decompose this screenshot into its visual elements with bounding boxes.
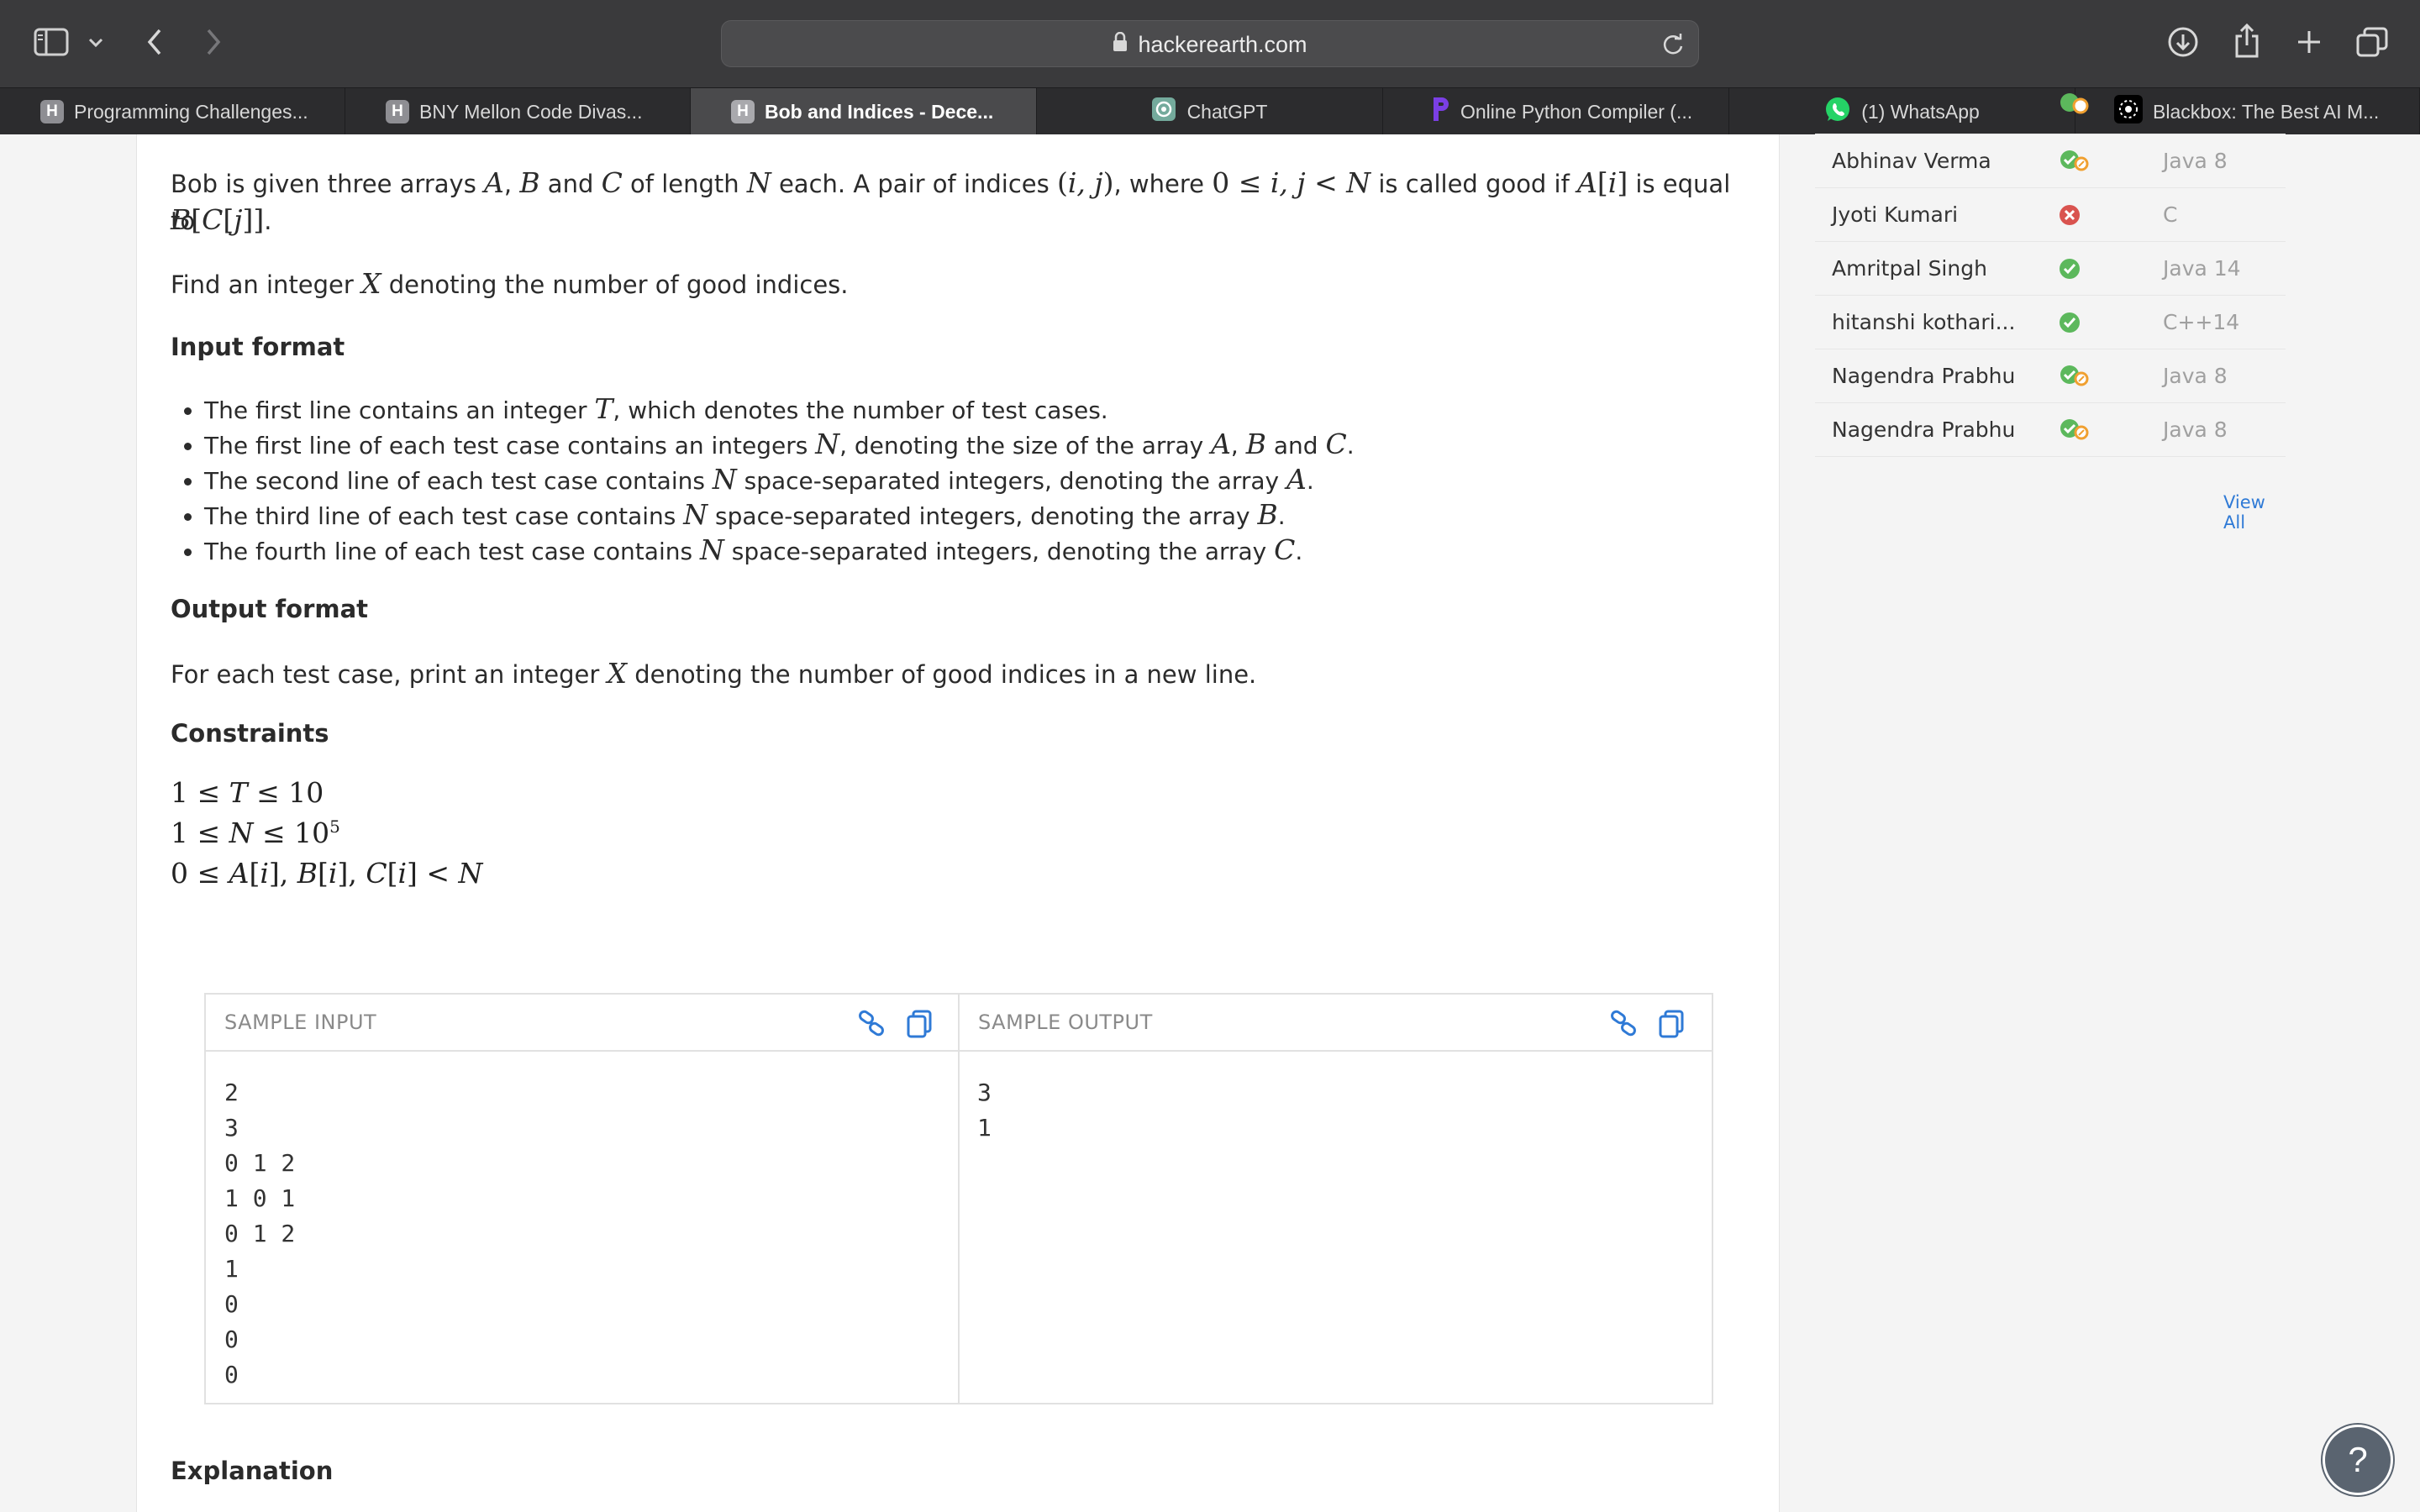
constraints-heading: Constraints	[171, 719, 329, 748]
tab-label: Bob and Indices - Dece...	[765, 100, 994, 123]
partial-status-icon	[2059, 91, 2092, 114]
failed-status-icon	[2059, 203, 2092, 227]
address-bar[interactable]: hackerearth.com	[721, 20, 1699, 67]
sample-input-header: SAMPLE INPUT	[206, 995, 958, 1052]
new-tab-icon[interactable]	[2292, 25, 2326, 59]
tab-label: BNY Mellon Code Divas...	[419, 100, 643, 123]
list-item: The fourth line of each test case contai…	[204, 533, 1355, 568]
constraint-3: 0 ≤ A[i], B[i], C[i] < N	[171, 857, 483, 890]
sample-output-label: SAMPLE OUTPUT	[978, 1011, 1153, 1034]
sample-io-box: SAMPLE INPUT SAMPLE OUTPUT 2 3 0 1 2 1 0…	[204, 993, 1713, 1404]
hackerearth-icon: H	[731, 100, 755, 123]
submission-row[interactable]: Nagendra Prabhu Java 8	[1815, 349, 2286, 403]
submission-row[interactable]: hitanshi kothari... C++14	[1815, 296, 2286, 349]
list-item: The first line contains an integer T, wh…	[204, 391, 1355, 427]
tab-bob-and-indices[interactable]: H Bob and Indices - Dece...	[691, 88, 1037, 135]
lock-icon	[1113, 31, 1128, 58]
list-item: The third line of each test case contain…	[204, 497, 1355, 533]
partial-status-icon	[2059, 418, 2092, 442]
page-body: Bob is given three arrays A, B and C of …	[0, 93, 2420, 1512]
output-format-heading: Output format	[171, 595, 369, 623]
sidebar-toggle-icon[interactable]	[32, 25, 71, 59]
hackerearth-icon: H	[386, 100, 409, 123]
tab-label: Online Python Compiler (...	[1460, 100, 1693, 123]
tab-label: Programming Challenges...	[74, 100, 308, 123]
explanation-heading: Explanation	[171, 1457, 334, 1485]
python-compiler-icon	[1430, 96, 1450, 128]
tab-label: ChatGPT	[1186, 100, 1268, 123]
accepted-status-icon	[2059, 311, 2092, 334]
submission-row[interactable]: Jyoti Kumari C	[1815, 188, 2286, 242]
submission-row[interactable]: Amritpal Singh Java 14	[1815, 242, 2286, 296]
constraint-2: 1 ≤ N ≤ 105	[171, 816, 340, 849]
problem-statement-line-2: B[C[j]].	[171, 203, 272, 236]
link-icon[interactable]	[1608, 1008, 1639, 1038]
view-all-link[interactable]: View All	[2223, 492, 2286, 533]
accepted-status-icon	[2059, 257, 2092, 281]
chevron-down-icon[interactable]	[86, 30, 106, 55]
partial-status-icon	[2059, 365, 2092, 388]
sample-input-label: SAMPLE INPUT	[224, 1011, 377, 1034]
sample-input-text[interactable]: 2 3 0 1 2 1 0 1 0 1 2 1 0 0 0	[224, 1075, 295, 1393]
hackerearth-icon: H	[40, 100, 64, 123]
submission-row[interactable]: Nagendra Prabhu Java 8	[1815, 403, 2286, 457]
tab-online-python-compiler[interactable]: Online Python Compiler (...	[1383, 88, 1729, 135]
forward-icon[interactable]	[198, 25, 229, 59]
problem-panel: Bob is given three arrays A, B and C of …	[136, 134, 1780, 1512]
sample-output-text[interactable]: 3 1	[977, 1075, 992, 1146]
sample-divider	[958, 995, 960, 1403]
submission-row-partial-hidden	[1815, 93, 2286, 134]
submission-row[interactable]: Abhinav Verma Java 8	[1815, 134, 2286, 188]
copy-icon[interactable]	[1657, 1008, 1687, 1038]
tab-programming-challenges[interactable]: H Programming Challenges...	[0, 88, 345, 135]
problem-statement: Bob is given three arrays A, B and C of …	[171, 166, 1731, 235]
list-item: The first line of each test case contain…	[204, 427, 1355, 462]
list-item: The second line of each test case contai…	[204, 462, 1355, 497]
help-button[interactable]: ?	[2323, 1425, 2393, 1495]
link-icon[interactable]	[856, 1008, 886, 1038]
url-text: hackerearth.com	[1138, 31, 1307, 57]
download-icon[interactable]	[2166, 25, 2200, 59]
output-format-text: For each test case, print an integer X d…	[171, 657, 1257, 690]
partial-status-icon	[2059, 150, 2092, 173]
tab-chatgpt[interactable]: ChatGPT	[1037, 88, 1383, 135]
chatgpt-icon	[1151, 97, 1176, 126]
tab-overview-icon[interactable]	[2354, 25, 2390, 60]
reload-icon[interactable]	[1661, 33, 1686, 58]
sample-output-header: SAMPLE OUTPUT	[960, 995, 1712, 1052]
share-icon[interactable]	[2230, 22, 2264, 59]
copy-icon[interactable]	[905, 1008, 935, 1038]
input-format-heading: Input format	[171, 333, 345, 361]
input-format-list: The first line contains an integer T, wh…	[171, 391, 1355, 568]
tab-bny-mellon[interactable]: H BNY Mellon Code Divas...	[345, 88, 691, 135]
browser-toolbar: hackerearth.com	[0, 0, 2420, 87]
constraint-1: 1 ≤ T ≤ 10	[171, 776, 324, 809]
find-statement: Find an integer X denoting the number of…	[171, 267, 849, 300]
back-icon[interactable]	[139, 25, 170, 59]
